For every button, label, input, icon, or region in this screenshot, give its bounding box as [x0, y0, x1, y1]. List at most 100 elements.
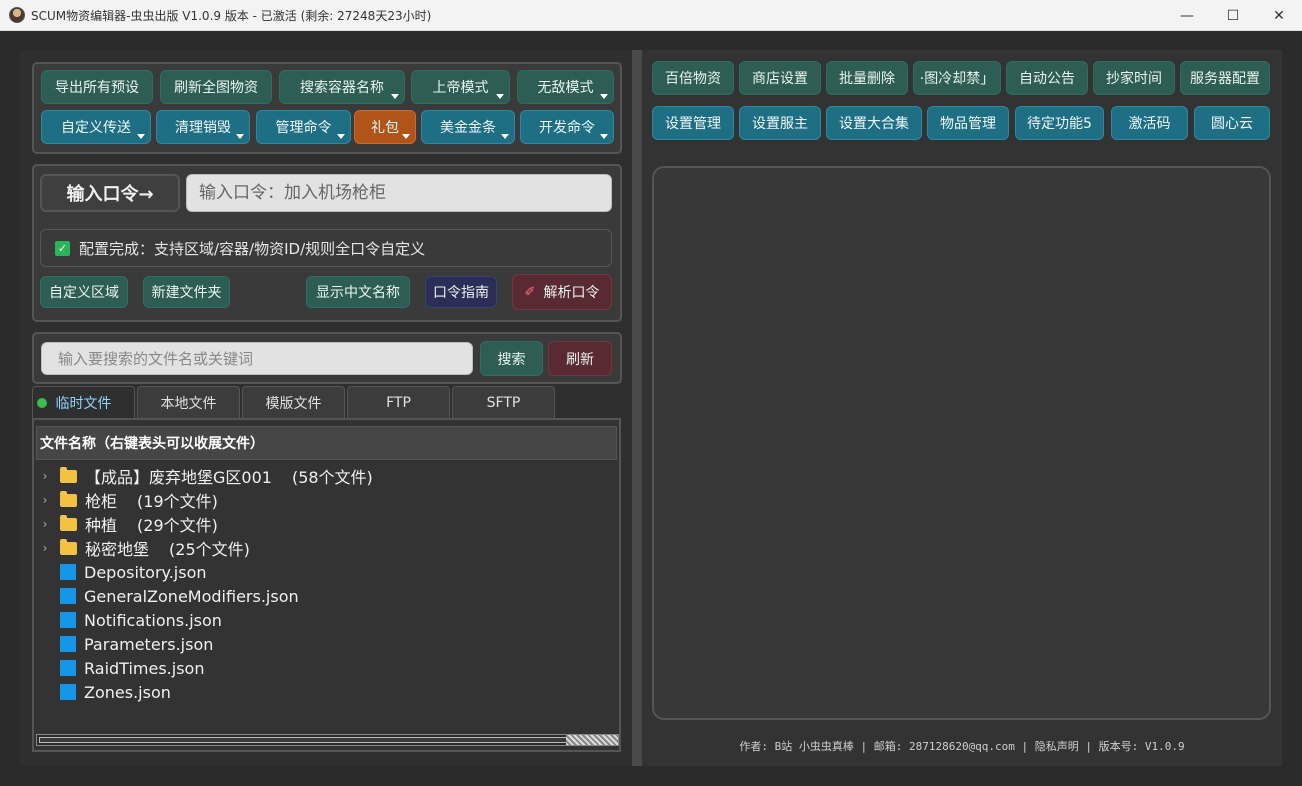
config-status-text: 配置完成：支持区域/容器/物资ID/规则全口令自定义: [79, 239, 426, 258]
json-file-icon: [60, 588, 76, 604]
yuanxin-cloud-button[interactable]: 圆心云: [1194, 106, 1270, 140]
tree-file-row[interactable]: Notifications.json: [34, 608, 222, 632]
tab-local-files[interactable]: 本地文件: [137, 386, 240, 418]
tree-file-row[interactable]: Parameters.json: [34, 632, 213, 656]
folder-file-count: (19个文件): [137, 492, 218, 511]
invincible-mode-label: 无敌模式: [537, 80, 594, 96]
resize-grip-icon[interactable]: [566, 735, 618, 745]
file-tree: 文件名称（右键表头可以收展文件） › 【成品】废弃地堡G区001 (58个文件)…: [32, 418, 621, 752]
custom-teleport-button[interactable]: 自定义传送: [41, 110, 151, 144]
chevron-right-icon[interactable]: ›: [38, 541, 52, 555]
left-pane: 导出所有预设 刷新全图物资 搜索容器名称 上帝模式 无敌模式 自定义传送 清理销…: [20, 50, 632, 766]
admin-settings-button[interactable]: 设置管理: [652, 106, 734, 140]
refresh-button[interactable]: 刷新: [548, 341, 612, 376]
config-status-row: ✓ 配置完成：支持区域/容器/物资ID/规则全口令自定义: [40, 229, 612, 267]
tree-folder-row[interactable]: › 【成品】废弃地堡G区001 (58个文件): [34, 464, 373, 488]
folder-name: 种植: [85, 516, 118, 535]
item-management-button[interactable]: 物品管理: [927, 106, 1009, 140]
right-pane: 百倍物资 商店设置 批量删除 ·图冷却禁」 自动公告 抄家时间 服务器配置 设置…: [642, 50, 1282, 766]
tree-file-row[interactable]: GeneralZoneModifiers.json: [34, 584, 299, 608]
raid-times-button[interactable]: 抄家时间: [1093, 61, 1175, 95]
command-guide-button[interactable]: 口令指南: [425, 276, 497, 308]
tab-temp-files[interactable]: 临时文件: [32, 386, 135, 418]
export-presets-label: 导出所有预设: [55, 80, 139, 96]
tree-file-row[interactable]: RaidTimes.json: [34, 656, 204, 680]
folder-icon: [60, 466, 77, 483]
tree-folder-row[interactable]: › 秘密地堡 (25个文件): [34, 536, 250, 560]
tree-file-row[interactable]: Depository.json: [34, 560, 207, 584]
tab-template-files[interactable]: 模版文件: [242, 386, 345, 418]
folder-icon: [60, 514, 77, 531]
money-gold-label: 美金金条: [440, 120, 496, 136]
server-owner-button[interactable]: 设置服主: [739, 106, 821, 140]
folder-name: 秘密地堡: [85, 540, 150, 559]
chevron-right-icon[interactable]: ›: [38, 493, 52, 507]
check-icon[interactable]: ✓: [55, 240, 70, 256]
gift-pack-button[interactable]: 礼包: [354, 110, 416, 144]
dropdown-arrow-icon: [496, 94, 504, 99]
tree-folder-row[interactable]: › 种植 (29个文件): [34, 512, 218, 536]
folder-icon: [60, 538, 77, 555]
shop-settings-button[interactable]: 商店设置: [739, 61, 821, 95]
file-name: GeneralZoneModifiers.json: [84, 586, 299, 606]
activation-code-button[interactable]: 激活码: [1111, 106, 1188, 140]
settings-collection-button[interactable]: 设置大合集: [826, 106, 922, 140]
file-search-input[interactable]: [41, 342, 473, 375]
batch-delete-button[interactable]: 批量删除: [826, 61, 908, 95]
active-dot-icon: [37, 398, 47, 408]
auto-announce-button[interactable]: 自动公告: [1006, 61, 1088, 95]
scrollbar-thumb[interactable]: [39, 737, 567, 743]
minimize-button[interactable]: —: [1164, 0, 1210, 31]
tab-sftp[interactable]: SFTP: [452, 386, 555, 418]
output-panel[interactable]: [652, 166, 1271, 720]
title-bar: SCUM物资编辑器-虫虫出版 V1.0.9 版本 - 已激活 (剩余: 2724…: [0, 0, 1302, 31]
file-name: Notifications.json: [84, 610, 222, 630]
admin-commands-label: 管理命令: [275, 120, 332, 136]
custom-zone-button[interactable]: 自定义区域: [40, 276, 128, 308]
command-label: 输入口令→: [40, 174, 180, 212]
chevron-right-icon[interactable]: ›: [38, 517, 52, 531]
search-button[interactable]: 搜索: [480, 341, 543, 376]
gift-pack-label: 礼包: [371, 120, 399, 136]
parse-command-button[interactable]: ✐ 解析口令: [512, 274, 612, 310]
search-container-button[interactable]: 搜索容器名称: [279, 70, 405, 104]
maximize-button[interactable]: ☐: [1210, 0, 1256, 31]
server-config-button[interactable]: 服务器配置: [1180, 61, 1270, 95]
god-mode-button[interactable]: 上帝模式: [411, 70, 510, 104]
parse-command-label: 解析口令: [543, 285, 600, 301]
hundredfold-items-button[interactable]: 百倍物资: [652, 61, 734, 95]
dropdown-arrow-icon: [600, 134, 608, 139]
folder-file-count: (58个文件): [291, 468, 373, 487]
command-input[interactable]: [186, 174, 612, 212]
pending-feature-button[interactable]: 待定功能5: [1015, 106, 1104, 140]
close-button[interactable]: ✕: [1256, 0, 1302, 31]
god-mode-label: 上帝模式: [432, 80, 489, 96]
money-gold-button[interactable]: 美金金条: [421, 110, 515, 144]
chevron-right-icon[interactable]: ›: [38, 469, 52, 483]
json-file-icon: [60, 612, 76, 628]
cleanup-destroy-label: 清理销毁: [175, 120, 231, 136]
horizontal-scrollbar[interactable]: [36, 734, 619, 746]
invincible-mode-button[interactable]: 无敌模式: [517, 70, 614, 104]
export-presets-button[interactable]: 导出所有预设: [41, 70, 153, 104]
window-title: SCUM物资编辑器-虫虫出版 V1.0.9 版本 - 已激活 (剩余: 2724…: [31, 8, 432, 23]
show-chinese-names-button[interactable]: 显示中文名称: [306, 276, 410, 308]
refresh-map-items-button[interactable]: 刷新全图物资: [160, 70, 272, 104]
tab-temp-files-label: 临时文件: [55, 395, 112, 412]
dropdown-arrow-icon: [337, 134, 345, 139]
cleanup-destroy-button[interactable]: 清理销毁: [156, 110, 250, 144]
refresh-map-items-label: 刷新全图物资: [174, 80, 258, 96]
json-file-icon: [60, 636, 76, 652]
tree-folder-row[interactable]: › 枪柜 (19个文件): [34, 488, 218, 512]
search-container-label: 搜索容器名称: [300, 80, 384, 96]
pane-splitter[interactable]: [632, 50, 642, 766]
folder-file-count: (29个文件): [137, 516, 218, 535]
file-source-tabs: 临时文件 本地文件 模版文件 FTP SFTP: [32, 386, 557, 418]
tab-ftp[interactable]: FTP: [347, 386, 450, 418]
cooldown-ban-button[interactable]: ·图冷却禁」: [913, 61, 1001, 95]
tree-column-header[interactable]: 文件名称（右键表头可以收展文件）: [36, 426, 617, 460]
tree-file-row[interactable]: Zones.json: [34, 680, 171, 704]
dev-commands-button[interactable]: 开发命令: [520, 110, 614, 144]
admin-commands-button[interactable]: 管理命令: [256, 110, 351, 144]
new-folder-button[interactable]: 新建文件夹: [143, 276, 230, 308]
